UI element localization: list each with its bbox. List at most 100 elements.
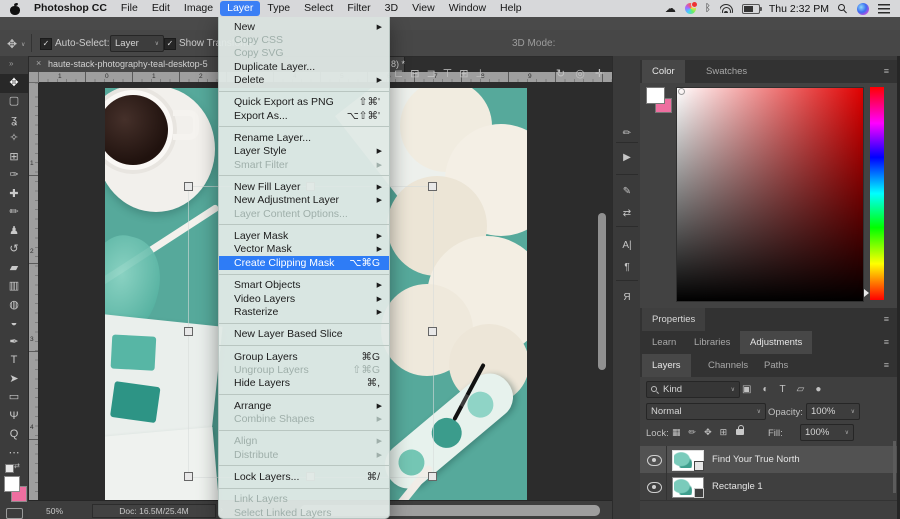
- crop-tool[interactable]: ⊞: [0, 148, 28, 167]
- spotlight-search-icon[interactable]: [838, 3, 848, 14]
- tab-layers[interactable]: Layers: [642, 354, 691, 377]
- swap-colors-icon[interactable]: ⇄: [14, 462, 20, 470]
- rectangle-tool[interactable]: ▭: [0, 389, 28, 408]
- menu-item-video-layers[interactable]: Video Layers ▶: [219, 292, 389, 305]
- tab-adjustments[interactable]: Adjustments: [740, 331, 813, 354]
- filter-pixel-layers-icon[interactable]: ▣: [742, 384, 751, 395]
- gradient-tool[interactable]: ▥: [0, 278, 28, 297]
- menu-item-new-layer-based-slice[interactable]: New Layer Based Slice: [219, 328, 389, 341]
- brush-settings-panel-icon[interactable]: ✏: [613, 128, 641, 139]
- auto-select-dropdown[interactable]: Layer ∨: [110, 35, 164, 52]
- transform-handle[interactable]: [428, 327, 437, 336]
- menubar-item-view[interactable]: View: [405, 1, 442, 16]
- screen-mode-icon[interactable]: [6, 508, 23, 519]
- layer-filter-kind-dropdown[interactable]: Kind ∨: [646, 381, 740, 398]
- panel-menu-icon[interactable]: ≡: [884, 66, 889, 76]
- zoom-tool[interactable]: Q: [0, 426, 28, 445]
- lock-all-icon[interactable]: [736, 425, 744, 435]
- transform-handle[interactable]: [428, 182, 437, 191]
- menubar-item-filter[interactable]: Filter: [340, 1, 377, 16]
- panel-menu-icon[interactable]: ≡: [884, 337, 889, 347]
- dodge-tool[interactable]: ◒: [0, 315, 28, 334]
- menu-item-rasterize[interactable]: Rasterize ▶: [219, 305, 389, 318]
- layer-row[interactable]: Find Your True North: [640, 446, 897, 474]
- tab-channels[interactable]: Channels: [698, 354, 758, 377]
- menubar-item-help[interactable]: Help: [493, 1, 529, 16]
- brush-tool[interactable]: ✏: [0, 204, 28, 223]
- menu-item-layer-mask[interactable]: Layer Mask ▶: [219, 229, 389, 242]
- tab-paths[interactable]: Paths: [754, 354, 798, 377]
- menu-item-arrange[interactable]: Arrange ▶: [219, 399, 389, 412]
- battery-icon[interactable]: [741, 3, 762, 14]
- menu-item-rename-layer[interactable]: Rename Layer...: [219, 131, 389, 144]
- transform-handle[interactable]: [184, 327, 193, 336]
- lock-pixels-icon[interactable]: ✏: [689, 427, 697, 438]
- 3d-roll-icon[interactable]: ◎: [575, 67, 585, 80]
- visibility-eye-icon[interactable]: [647, 482, 662, 493]
- 3d-rotate-icon[interactable]: ↻: [556, 67, 565, 80]
- tab-color[interactable]: Color: [642, 60, 685, 83]
- blur-tool[interactable]: ◍: [0, 296, 28, 315]
- actions-panel-icon[interactable]: ▶: [613, 152, 641, 163]
- wifi-icon[interactable]: [719, 4, 733, 13]
- menubar-item-image[interactable]: Image: [177, 1, 220, 16]
- menubar-item-file[interactable]: File: [114, 1, 145, 16]
- tool-preset-chevron-icon[interactable]: ∨: [21, 41, 25, 48]
- filter-type-layers-icon[interactable]: T: [780, 384, 786, 395]
- panel-menu-icon[interactable]: ≡: [884, 360, 889, 370]
- hue-slider-marker[interactable]: [864, 289, 869, 297]
- visibility-eye-icon[interactable]: [647, 455, 662, 466]
- type-tool[interactable]: T: [0, 352, 28, 371]
- quick-selection-tool[interactable]: ✧: [0, 130, 28, 149]
- menubar-item-3d[interactable]: 3D: [378, 1, 405, 16]
- bluetooth-icon[interactable]: ᛒ: [705, 3, 711, 14]
- menu-item-export-as[interactable]: Export As... ⌥⇧⌘': [219, 109, 389, 122]
- filter-shape-layers-icon[interactable]: ▱: [797, 384, 805, 395]
- foreground-color-swatch[interactable]: [4, 476, 20, 492]
- color-wheel-icon[interactable]: [684, 1, 698, 14]
- path-selection-tool[interactable]: ➤: [0, 370, 28, 389]
- distribute-bottom-icon[interactable]: ⊥: [475, 67, 485, 80]
- layer-thumbnail[interactable]: [672, 477, 704, 498]
- brushes-panel-icon[interactable]: ✎: [613, 186, 641, 197]
- panel-menu-icon[interactable]: ≡: [884, 314, 889, 324]
- menu-item-create-clipping-mask[interactable]: Create Clipping Mask ⌥⌘G: [219, 256, 389, 270]
- tab-properties[interactable]: Properties: [642, 308, 706, 331]
- default-colors-icon[interactable]: [5, 464, 14, 473]
- lasso-tool[interactable]: ʓ: [0, 111, 28, 130]
- menu-item-hide-layers[interactable]: Hide Layers ⌘,: [219, 377, 389, 390]
- paragraph-panel-icon[interactable]: ¶: [613, 262, 641, 273]
- distribute-top-icon[interactable]: ⊤: [443, 67, 453, 80]
- menu-item-duplicate-layer[interactable]: Duplicate Layer...: [219, 60, 389, 73]
- hue-slider[interactable]: [870, 87, 884, 300]
- menu-item-smart-objects[interactable]: Smart Objects ▶: [219, 279, 389, 292]
- siri-icon[interactable]: [857, 2, 869, 15]
- menu-item-layer-style[interactable]: Layer Style ▶: [219, 145, 389, 158]
- apple-menu-icon[interactable]: [10, 2, 20, 15]
- spot-healing-tool[interactable]: ✚: [0, 185, 28, 204]
- zoom-level[interactable]: 50%: [46, 506, 63, 516]
- transform-handle[interactable]: [428, 472, 437, 481]
- glyphs-panel-icon[interactable]: Я: [613, 292, 641, 303]
- layer-thumbnail[interactable]: [672, 450, 704, 471]
- eraser-tool[interactable]: ▰: [0, 259, 28, 278]
- color-field[interactable]: [676, 87, 864, 302]
- layers-scrollbar[interactable]: [893, 441, 896, 493]
- 3d-pan-icon[interactable]: ✛: [595, 67, 604, 80]
- cloud-sync-icon[interactable]: ☁: [665, 3, 676, 14]
- align-center-icon[interactable]: ⊟: [410, 67, 419, 80]
- transform-handle[interactable]: [184, 182, 193, 191]
- menu-item-new[interactable]: New ▶: [219, 20, 389, 33]
- align-left-icon[interactable]: ⊏: [394, 67, 403, 80]
- lock-position-icon[interactable]: ✥: [704, 427, 712, 438]
- menu-item-lock-layers[interactable]: Lock Layers... ⌘/: [219, 470, 389, 483]
- tab-learn[interactable]: Learn: [642, 331, 686, 354]
- filter-adjustment-layers-icon[interactable]: ◐: [762, 384, 768, 395]
- hand-tool[interactable]: Ψ: [0, 407, 28, 426]
- distribute-middle-icon[interactable]: ⊞: [459, 67, 468, 80]
- menu-item-group-layers[interactable]: Group Layers ⌘G: [219, 350, 389, 363]
- auto-select-checkbox[interactable]: ✓: [40, 38, 52, 50]
- doc-size-info[interactable]: Doc: 16.5M/25.4M: [92, 504, 216, 518]
- history-brush-tool[interactable]: ↺: [0, 241, 28, 260]
- menubar-item-select[interactable]: Select: [297, 1, 340, 16]
